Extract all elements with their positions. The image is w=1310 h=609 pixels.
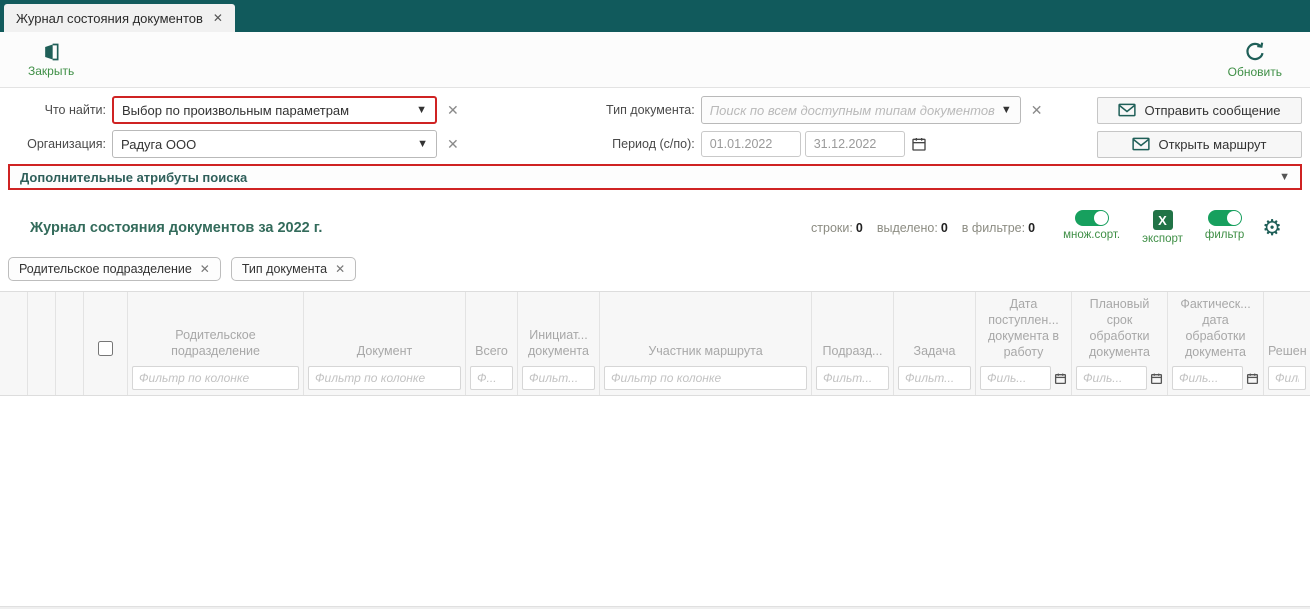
- chip-label: Родительское подразделение: [19, 262, 192, 276]
- toggle-on-icon[interactable]: [1075, 210, 1109, 226]
- documents-table: Родительское подразделение Документ Всег…: [0, 291, 1310, 609]
- filter-toggle-label: фильтр: [1205, 229, 1244, 241]
- column-task: Задача: [894, 292, 976, 395]
- gear-icon[interactable]: ⚙: [1262, 218, 1282, 238]
- additional-attributes-panel[interactable]: Дополнительные атрибуты поиска ▼: [8, 164, 1302, 190]
- chevron-down-icon: ▼: [417, 138, 428, 150]
- column-filter-input[interactable]: [470, 366, 513, 390]
- additional-attributes-label: Дополнительные атрибуты поиска: [20, 170, 247, 185]
- select-all-checkbox[interactable]: [98, 341, 113, 356]
- empty-column: [0, 292, 28, 395]
- doc-type-dropdown[interactable]: Поиск по всем доступным типам документов…: [701, 96, 1021, 124]
- filter-toggle[interactable]: фильтр: [1205, 210, 1244, 241]
- filter-row-1: Что найти: Выбор по произвольным парамет…: [8, 96, 1302, 124]
- column-total: Всего: [466, 292, 518, 395]
- main-toolbar: Закрыть Обновить: [0, 32, 1310, 88]
- tab-bar: Журнал состояния документов ✕: [0, 0, 1310, 32]
- open-route-button[interactable]: Открыть маршрут: [1097, 131, 1302, 158]
- close-button-label: Закрыть: [28, 64, 74, 78]
- column-filter-input[interactable]: [308, 366, 461, 390]
- column-filter-input[interactable]: [980, 366, 1051, 390]
- column-filter-input[interactable]: [604, 366, 807, 390]
- empty-column: [56, 292, 84, 395]
- filtered-stat: в фильтре:0: [962, 221, 1035, 235]
- calendar-icon[interactable]: [1246, 372, 1259, 385]
- calendar-icon[interactable]: [1150, 372, 1163, 385]
- refresh-button-label: Обновить: [1228, 65, 1282, 79]
- what-find-value: Выбор по произвольным параметрам: [122, 103, 349, 118]
- period-label: Период (с/по):: [589, 137, 701, 151]
- table-header-row: Родительское подразделение Документ Всег…: [0, 292, 1310, 396]
- organization-value: Радуга ООО: [121, 137, 196, 152]
- chip-close-icon[interactable]: ✕: [335, 262, 345, 276]
- column-date-received: Дата поступлен... документа в работу: [976, 292, 1072, 395]
- grid-controls: множ.сорт. X экспорт фильтр: [1063, 210, 1244, 245]
- tab-title: Журнал состояния документов: [16, 11, 203, 26]
- toggle-on-icon[interactable]: [1208, 210, 1242, 226]
- chip-parent-division[interactable]: Родительское подразделение ✕: [8, 257, 221, 281]
- column-filter-input[interactable]: [1076, 366, 1147, 390]
- column-filter-input[interactable]: [898, 366, 971, 390]
- organization-clear-icon[interactable]: ✕: [447, 136, 459, 153]
- grid-title: Журнал состояния документов за 2022 г.: [30, 220, 322, 236]
- what-find-dropdown[interactable]: Выбор по произвольным параметрам ▼: [112, 96, 437, 124]
- doc-type-label: Тип документа:: [589, 103, 701, 117]
- grid-header: Журнал состояния документов за 2022 г. с…: [0, 196, 1310, 253]
- chip-doc-type[interactable]: Тип документа ✕: [231, 257, 356, 281]
- exit-door-icon: [41, 42, 61, 62]
- excel-icon: X: [1153, 210, 1173, 230]
- column-parent-division: Родительское подразделение: [128, 292, 304, 395]
- tab-close-icon[interactable]: ✕: [213, 11, 223, 25]
- column-route-participant: Участник маршрута: [600, 292, 812, 395]
- refresh-icon: [1244, 41, 1266, 63]
- export-button[interactable]: X экспорт: [1142, 210, 1183, 245]
- chip-close-icon[interactable]: ✕: [200, 262, 210, 276]
- column-planned-date: Плановый срок обработки документа: [1072, 292, 1168, 395]
- calendar-icon[interactable]: [1054, 372, 1067, 385]
- calendar-icon[interactable]: [911, 136, 927, 152]
- organization-label: Организация:: [8, 137, 112, 151]
- chevron-down-icon: ▼: [1001, 104, 1012, 116]
- chevron-down-icon: ▼: [1279, 171, 1290, 183]
- selected-stat: выделено:0: [877, 221, 948, 235]
- multi-sort-label: множ.сорт.: [1063, 229, 1120, 241]
- empty-column: [28, 292, 56, 395]
- what-find-clear-icon[interactable]: ✕: [447, 102, 459, 119]
- refresh-button[interactable]: Обновить: [1228, 41, 1282, 79]
- chevron-down-icon: ▼: [416, 104, 427, 116]
- filter-area: Что найти: Выбор по произвольным парамет…: [0, 88, 1310, 196]
- what-find-label: Что найти:: [8, 103, 112, 117]
- column-subdivision: Подразд...: [812, 292, 894, 395]
- column-filter-input[interactable]: [1172, 366, 1243, 390]
- chip-label: Тип документа: [242, 262, 327, 276]
- close-button[interactable]: Закрыть: [28, 42, 74, 78]
- filter-row-2: Организация: Радуга ООО ▼ ✕ Период (с/по…: [8, 130, 1302, 158]
- open-route-label: Открыть маршрут: [1158, 137, 1266, 152]
- envelope-icon: [1132, 137, 1150, 151]
- column-filter-input[interactable]: [816, 366, 889, 390]
- column-filter-input[interactable]: [132, 366, 299, 390]
- select-all-column: [84, 292, 128, 395]
- doc-type-placeholder: Поиск по всем доступным типам документов: [710, 103, 995, 118]
- organization-dropdown[interactable]: Радуга ООО ▼: [112, 130, 437, 158]
- export-label: экспорт: [1142, 233, 1183, 245]
- send-message-button[interactable]: Отправить сообщение: [1097, 97, 1302, 124]
- column-decision: Решен...: [1264, 292, 1310, 395]
- column-actual-date: Фактическ... дата обработки документа: [1168, 292, 1264, 395]
- table-body: [0, 396, 1310, 606]
- tab-journal[interactable]: Журнал состояния документов ✕: [4, 4, 235, 32]
- rows-stat: строки:0: [811, 221, 863, 235]
- column-filter-input[interactable]: [522, 366, 595, 390]
- filter-chips: Родительское подразделение ✕ Тип докумен…: [0, 253, 1310, 291]
- grid-stats: строки:0 выделено:0 в фильтре:0: [811, 221, 1035, 235]
- column-document: Документ: [304, 292, 466, 395]
- column-filter-input[interactable]: [1268, 366, 1306, 390]
- period-from-input[interactable]: [701, 131, 801, 157]
- doc-type-clear-icon[interactable]: ✕: [1031, 102, 1043, 119]
- send-message-label: Отправить сообщение: [1144, 103, 1280, 118]
- envelope-icon: [1118, 103, 1136, 117]
- column-initiator: Инициат... документа: [518, 292, 600, 395]
- multi-sort-toggle[interactable]: множ.сорт.: [1063, 210, 1120, 241]
- period-to-input[interactable]: [805, 131, 905, 157]
